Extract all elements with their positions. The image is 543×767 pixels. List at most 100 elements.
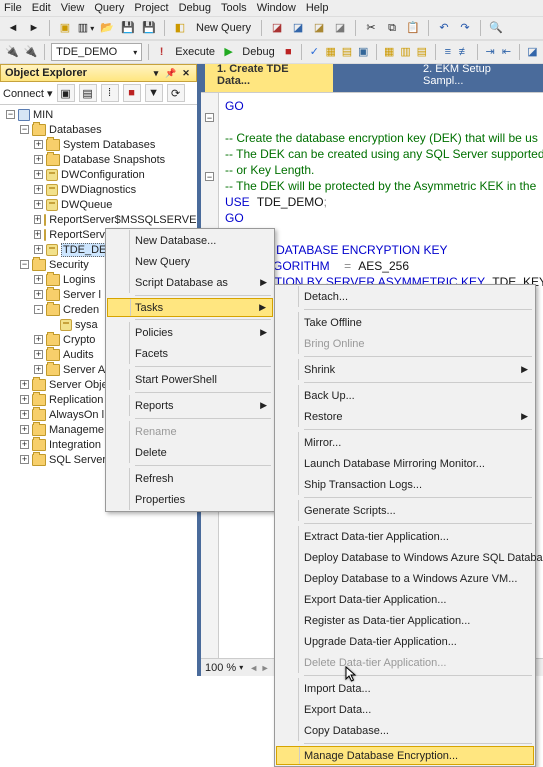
t1-icon[interactable]: ◪ <box>268 19 286 37</box>
open-icon[interactable]: 📂 <box>98 19 116 37</box>
tree-node[interactable]: +ReportServer$MSSQLSERVER <box>4 212 197 227</box>
menu-debug[interactable]: Debug <box>179 2 211 14</box>
oe-btn2[interactable]: ▤ <box>79 84 97 102</box>
menu-window[interactable]: Window <box>257 2 296 14</box>
tree-node[interactable]: +System Databases <box>4 137 197 152</box>
stop-icon[interactable]: ■ <box>282 43 295 61</box>
fwd-icon[interactable]: ► <box>25 19 43 37</box>
menu-item[interactable]: Export Data... <box>276 699 534 720</box>
menu-item[interactable]: Export Data-tier Application... <box>276 589 534 610</box>
paste-icon[interactable]: 📋 <box>404 19 422 37</box>
t3-icon[interactable]: ◪ <box>310 19 328 37</box>
save-all-icon[interactable]: 💾 <box>140 19 158 37</box>
back-icon[interactable]: ◄ <box>4 19 22 37</box>
t2-icon[interactable]: ◪ <box>289 19 307 37</box>
file-icon[interactable]: ▤ <box>415 43 428 61</box>
estplan-icon[interactable]: ▦ <box>324 43 337 61</box>
tab-ekm-setup[interactable]: 2. EKM Setup Sampl... <box>411 64 543 92</box>
menu-item[interactable]: Back Up... <box>276 385 534 406</box>
tree-node[interactable]: +DWQueue <box>4 197 197 212</box>
menu-tools[interactable]: Tools <box>221 2 247 14</box>
menu-item[interactable]: Properties <box>107 489 273 510</box>
menu-help[interactable]: Help <box>306 2 329 14</box>
debug-icon[interactable]: ▶ <box>222 43 235 61</box>
copy-icon[interactable]: ⧉ <box>383 19 401 37</box>
database-combo[interactable]: TDE_DEMO▾ <box>51 43 142 61</box>
close-icon[interactable]: ✕ <box>180 67 192 79</box>
connect-icon[interactable]: 🔌 <box>4 43 20 61</box>
menu-project[interactable]: Project <box>134 2 168 14</box>
parse-icon[interactable]: ✓ <box>308 43 321 61</box>
menu-file[interactable]: File <box>4 2 22 14</box>
execute-button[interactable]: Execute <box>171 46 219 58</box>
menu-query[interactable]: Query <box>94 2 124 14</box>
new-query-left-icon[interactable]: ◧ <box>171 19 189 37</box>
uncomment-icon[interactable]: ≢ <box>458 43 471 61</box>
find-icon[interactable]: 🔍 <box>487 19 505 37</box>
menu-item[interactable]: Upgrade Data-tier Application... <box>276 631 534 652</box>
new-query-button[interactable]: New Query <box>192 22 255 34</box>
new-project-icon[interactable]: ▣ <box>56 19 74 37</box>
menu-item[interactable]: Tasks▶ <box>107 298 273 317</box>
t4-icon[interactable]: ◪ <box>331 19 349 37</box>
menu-item[interactable]: Reports▶ <box>107 395 273 416</box>
oe-stop-icon[interactable]: ■ <box>123 84 141 102</box>
indent-icon[interactable]: ⇥ <box>484 43 497 61</box>
specify-icon[interactable]: ◪ <box>526 43 539 61</box>
zoom-control[interactable]: 100 % ▾ <box>205 662 243 674</box>
tree-node[interactable]: +DWConfiguration <box>4 167 197 182</box>
new-dd-icon[interactable]: ▥ <box>77 19 95 37</box>
context-menu-database[interactable]: New Database...New QueryScript Database … <box>105 228 275 512</box>
menu-item[interactable]: Start PowerShell <box>107 369 273 390</box>
menu-item[interactable]: Take Offline <box>276 312 534 333</box>
connect-button[interactable]: Connect ▾ <box>3 87 53 100</box>
debug-button[interactable]: Debug <box>238 46 278 58</box>
menu-item[interactable]: Shrink▶ <box>276 359 534 380</box>
menu-item[interactable]: Policies▶ <box>107 322 273 343</box>
tree-node[interactable]: +Database Snapshots <box>4 152 197 167</box>
msg-icon[interactable]: ▥ <box>399 43 412 61</box>
menu-item[interactable]: Extract Data-tier Application... <box>276 526 534 547</box>
menu-item[interactable]: Facets <box>107 343 273 364</box>
grid-icon[interactable]: ▦ <box>383 43 396 61</box>
execute-icon[interactable]: ! <box>155 43 168 61</box>
tree-node[interactable]: −Databases <box>4 122 197 137</box>
menu-item[interactable]: Register as Data-tier Application... <box>276 610 534 631</box>
menu-item[interactable]: Generate Scripts... <box>276 500 534 521</box>
comment-icon[interactable]: ≡ <box>441 43 454 61</box>
results-text-icon[interactable]: ▣ <box>357 43 370 61</box>
menu-item[interactable]: Manage Database Encryption... <box>276 746 534 765</box>
fold-icon[interactable]: − <box>205 113 214 122</box>
menu-item[interactable]: New Query <box>107 251 273 272</box>
menu-item[interactable]: Mirror... <box>276 432 534 453</box>
outdent-icon[interactable]: ⇤ <box>500 43 513 61</box>
redo-icon[interactable]: ↷ <box>456 19 474 37</box>
menu-item[interactable]: New Database... <box>107 230 273 251</box>
save-icon[interactable]: 💾 <box>119 19 137 37</box>
menu-item[interactable]: Refresh <box>107 468 273 489</box>
oe-disconnect-icon[interactable]: ⁞ <box>101 84 119 102</box>
tree-node[interactable]: +DWDiagnostics <box>4 182 197 197</box>
menu-item[interactable]: Delete <box>107 442 273 463</box>
dropdown-icon[interactable]: ▾ <box>150 67 162 79</box>
pin-icon[interactable]: 📌 <box>165 67 177 79</box>
menu-item[interactable]: Deploy Database to Windows Azure SQL Dat… <box>276 547 534 568</box>
cut-icon[interactable]: ✂ <box>362 19 380 37</box>
menu-bar[interactable]: FileEditViewQueryProjectDebugToolsWindow… <box>0 0 543 16</box>
menu-item[interactable]: Copy Database... <box>276 720 534 741</box>
context-menu-tasks[interactable]: Detach...Take OfflineBring OnlineShrink▶… <box>274 284 536 767</box>
menu-view[interactable]: View <box>61 2 85 14</box>
fold-icon[interactable]: − <box>205 172 214 181</box>
oe-filter-icon[interactable]: ▼ <box>145 84 163 102</box>
menu-item[interactable]: Import Data... <box>276 678 534 699</box>
menu-item[interactable]: Ship Transaction Logs... <box>276 474 534 495</box>
menu-item[interactable]: Restore▶ <box>276 406 534 427</box>
tab-create-tde[interactable]: 1. Create TDE Data... <box>205 64 333 92</box>
menu-item[interactable]: Detach... <box>276 286 534 307</box>
oe-refresh-icon[interactable]: ⟳ <box>167 84 185 102</box>
undo-icon[interactable]: ↶ <box>435 19 453 37</box>
opt-icon[interactable]: ▤ <box>340 43 353 61</box>
change-conn-icon[interactable]: 🔌 <box>23 43 39 61</box>
menu-item[interactable]: Deploy Database to a Windows Azure VM... <box>276 568 534 589</box>
menu-item[interactable]: Script Database as▶ <box>107 272 273 293</box>
